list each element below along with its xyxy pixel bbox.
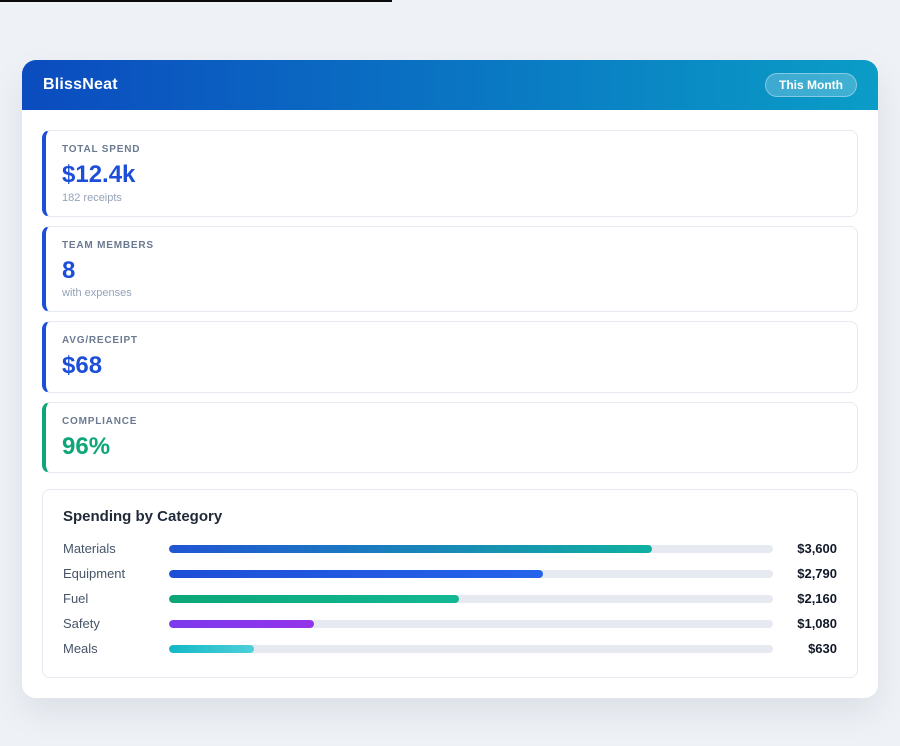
bar-category-label: Meals <box>63 641 98 657</box>
bar-category-label: Fuel <box>63 591 89 607</box>
bar-track <box>169 619 773 628</box>
bar-category-label: Safety <box>63 616 100 632</box>
stat-card-avg-receipt: AVG/RECEIPT $68 <box>42 321 858 393</box>
panel-title: Spending by Category <box>63 508 223 526</box>
period-badge[interactable]: This Month <box>765 73 857 97</box>
bar-track <box>169 594 773 603</box>
stat-value: $12.4k <box>62 161 136 188</box>
stat-label: TOTAL SPEND <box>62 144 141 155</box>
bar-value-label: $3,600 <box>797 541 837 557</box>
stat-card-team-members: TEAM MEMBERS 8 with expenses <box>42 225 858 313</box>
bar-value-label: $630 <box>808 641 837 657</box>
spending-by-category-panel: Spending by Category Materials $3,600 Eq… <box>42 489 858 679</box>
bar-track <box>169 544 773 553</box>
bar-fill <box>169 619 314 628</box>
bar-row-fuel: Fuel $2,160 <box>63 590 837 607</box>
bar-category-label: Materials <box>63 541 116 557</box>
bar-fill <box>169 544 653 553</box>
bar-fill <box>169 594 459 603</box>
bar-track <box>169 644 773 653</box>
dashboard-card: BlissNeat This Month TOTAL SPEND $12.4k … <box>22 60 878 699</box>
bar-fill <box>169 569 544 578</box>
bar-category-label: Equipment <box>63 566 126 582</box>
page: BlissNeat This Month TOTAL SPEND $12.4k … <box>0 0 900 746</box>
stat-subtext: 182 receipts <box>62 191 122 204</box>
stat-label: COMPLIANCE <box>62 415 138 427</box>
stat-value: 8 <box>62 256 76 284</box>
bar-row-meals: Meals $630 <box>63 640 837 657</box>
bar-fill <box>169 644 254 653</box>
app-header: BlissNeat This Month <box>22 60 878 110</box>
window-edge <box>0 0 392 2</box>
stat-value: $68 <box>62 352 103 380</box>
bar-track <box>169 569 773 578</box>
bar-value-label: $2,160 <box>797 591 837 607</box>
stat-subtext: with expenses <box>62 287 132 300</box>
card-body: TOTAL SPEND $12.4k 182 receipts TEAM MEM… <box>22 110 878 699</box>
bar-row-materials: Materials $3,600 <box>63 540 837 557</box>
stat-value: 96% <box>62 432 111 460</box>
bar-row-safety: Safety $1,080 <box>63 615 837 632</box>
bar-value-label: $2,790 <box>797 566 837 582</box>
bar-value-label: $1,080 <box>797 616 837 632</box>
stat-card-total-spend: TOTAL SPEND $12.4k 182 receipts <box>42 130 858 217</box>
stat-label: TEAM MEMBERS <box>62 239 154 251</box>
bar-row-equipment: Equipment $2,790 <box>63 565 837 582</box>
stat-label: AVG/RECEIPT <box>62 335 138 347</box>
stat-card-compliance: COMPLIANCE 96% <box>42 401 858 474</box>
app-title: BlissNeat <box>43 76 118 93</box>
